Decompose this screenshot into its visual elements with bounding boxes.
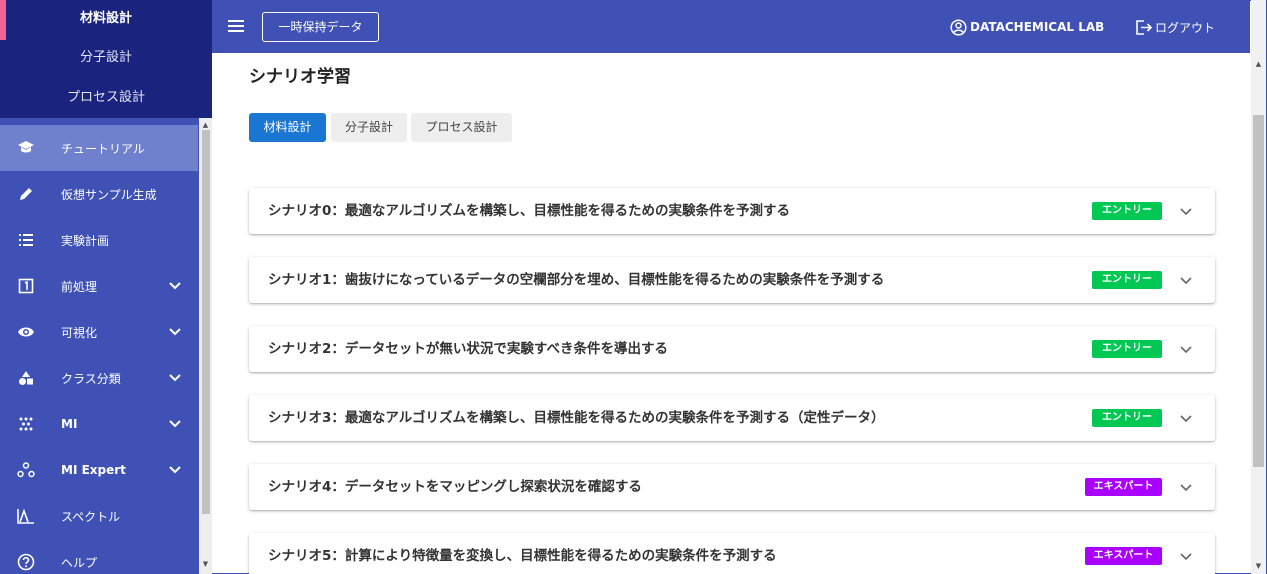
sidebar-item-label: 可視化 bbox=[61, 325, 98, 340]
sidebar-item-virtual-sample[interactable]: 仮想サンプル生成 bbox=[0, 171, 198, 217]
page-scroll-up-icon[interactable]: ▲ bbox=[1254, 60, 1263, 69]
scenario-title: シナリオ1：歯抜けになっているデータの空欄部分を埋め、目標性能を得るための実験条… bbox=[268, 272, 885, 288]
lab-name: DATACHEMICAL LAB bbox=[970, 20, 1105, 34]
sidebar-item-preprocessing[interactable]: 前処理 bbox=[0, 263, 198, 309]
eye-icon bbox=[16, 322, 36, 342]
expand-chevron-icon[interactable] bbox=[1178, 409, 1194, 427]
sidebar-item-visualization[interactable]: 可視化 bbox=[0, 309, 198, 355]
page-title: シナリオ学習 bbox=[249, 67, 351, 87]
scenario-title: シナリオ4：データセットをマッピングし探索状況を確認する bbox=[268, 479, 642, 495]
sidebar-item-mi[interactable]: MI bbox=[0, 401, 198, 447]
sidebar-item-label: クラス分類 bbox=[61, 371, 121, 386]
page-scroll-down-icon[interactable]: ▼ bbox=[1254, 562, 1263, 571]
chevron-down-icon bbox=[169, 328, 181, 336]
sidebar: 材料設計 分子設計 プロセス設計 チュートリアル 仮想サンプル生成 実験計画 前… bbox=[0, 0, 212, 574]
tab-material-design[interactable]: 材料設計 bbox=[249, 113, 326, 142]
sidebar-item-label: ヘルプ bbox=[61, 555, 98, 570]
logout-icon bbox=[1136, 19, 1153, 35]
scenario-card[interactable]: シナリオ4：データセットをマッピングし探索状況を確認する エキスパート bbox=[249, 464, 1215, 510]
scenario-card[interactable]: シナリオ2：データセットが無い状況で実験すべき条件を導出する エントリー bbox=[249, 326, 1215, 372]
chevron-down-icon bbox=[169, 282, 181, 290]
scenario-card[interactable]: シナリオ3：最適なアルゴリズムを構築し、目標性能を得るための実験条件を予測する（… bbox=[249, 395, 1215, 441]
expand-chevron-icon[interactable] bbox=[1178, 202, 1194, 220]
expand-chevron-icon[interactable] bbox=[1178, 340, 1194, 358]
sidebar-item-help[interactable]: ヘルプ bbox=[0, 539, 198, 574]
expand-chevron-icon[interactable] bbox=[1178, 271, 1194, 289]
sidebar-item-label: MI bbox=[61, 417, 78, 431]
temp-data-button[interactable]: 一時保持データ bbox=[262, 12, 379, 42]
sidebar-item-spectrum[interactable]: スペクトル bbox=[0, 493, 198, 539]
scenario-title: シナリオ0：最適なアルゴリズムを構築し、目標性能を得るための実験条件を予測する bbox=[268, 203, 790, 219]
design-mode-switch: 材料設計 分子設計 プロセス設計 bbox=[0, 0, 212, 118]
scatter-icon bbox=[16, 414, 36, 434]
help-icon bbox=[16, 552, 36, 572]
expand-chevron-icon[interactable] bbox=[1178, 478, 1194, 496]
tab-molecular-design[interactable]: 分子設計 bbox=[331, 113, 407, 142]
scroll-down-arrow-icon[interactable]: ▼ bbox=[201, 560, 210, 569]
page-scrollbar-thumb[interactable] bbox=[1253, 115, 1264, 467]
scenario-title: シナリオ5：計算により特徴量を変換し、目標性能を得るための実験条件を予測する bbox=[268, 548, 777, 564]
sidebar-item-experiment-plan[interactable]: 実験計画 bbox=[0, 217, 198, 263]
hamburger-menu-icon[interactable] bbox=[226, 17, 246, 35]
level-badge: エキスパート bbox=[1085, 478, 1162, 496]
scenario-card[interactable]: シナリオ5：計算により特徴量を変換し、目標性能を得るための実験条件を予測する エ… bbox=[249, 533, 1215, 574]
scenario-title: シナリオ2：データセットが無い状況で実験すべき条件を導出する bbox=[268, 341, 668, 357]
sidebar-scrollbar-thumb[interactable] bbox=[202, 130, 210, 514]
graduation-cap-icon bbox=[16, 138, 36, 158]
lab-account[interactable]: DATACHEMICAL LAB bbox=[950, 17, 1104, 37]
sidebar-item-label: 前処理 bbox=[61, 279, 98, 294]
mode-molecular-design[interactable]: 分子設計 bbox=[0, 43, 212, 73]
logout-button[interactable]: ログアウト bbox=[1135, 17, 1215, 37]
list-icon bbox=[16, 230, 36, 250]
level-badge: エントリー bbox=[1092, 202, 1162, 220]
level-badge: エキスパート bbox=[1085, 547, 1162, 565]
level-badge: エントリー bbox=[1092, 409, 1162, 427]
shapes-icon bbox=[16, 368, 36, 388]
spectrum-icon bbox=[16, 506, 36, 526]
sidebar-item-label: 仮想サンプル生成 bbox=[61, 187, 157, 202]
sidebar-item-label: 実験計画 bbox=[61, 233, 110, 248]
logout-label: ログアウト bbox=[1155, 20, 1216, 35]
chevron-down-icon bbox=[169, 374, 181, 382]
scenario-card[interactable]: シナリオ1：歯抜けになっているデータの空欄部分を埋め、目標性能を得るための実験条… bbox=[249, 257, 1215, 303]
sidebar-item-label: スペクトル bbox=[61, 509, 121, 524]
account-circle-icon bbox=[950, 18, 967, 36]
sidebar-item-label: MI Expert bbox=[61, 463, 126, 477]
scenario-card[interactable]: シナリオ0：最適なアルゴリズムを構築し、目標性能を得るための実験条件を予測する … bbox=[249, 188, 1215, 234]
numbered-box-icon bbox=[16, 276, 36, 296]
level-badge: エントリー bbox=[1092, 271, 1162, 289]
chevron-down-icon bbox=[169, 466, 181, 474]
sidebar-item-classification[interactable]: クラス分類 bbox=[0, 355, 198, 401]
mode-material-design[interactable]: 材料設計 bbox=[0, 4, 212, 34]
tab-process-design[interactable]: プロセス設計 bbox=[411, 113, 512, 142]
pencil-icon bbox=[16, 184, 36, 204]
scroll-up-arrow-icon[interactable]: ▲ bbox=[201, 121, 210, 130]
sidebar-item-label: チュートリアル bbox=[61, 141, 145, 156]
sidebar-nav: チュートリアル 仮想サンプル生成 実験計画 前処理 可視化 クラス分類 MI M… bbox=[0, 125, 198, 574]
mode-process-design[interactable]: プロセス設計 bbox=[0, 83, 212, 113]
level-badge: エントリー bbox=[1092, 340, 1162, 358]
sidebar-item-tutorial[interactable]: チュートリアル bbox=[0, 125, 198, 171]
chevron-down-icon bbox=[169, 420, 181, 428]
sidebar-item-mi-expert[interactable]: MI Expert bbox=[0, 447, 198, 493]
network-icon bbox=[16, 460, 36, 480]
scenario-title: シナリオ3：最適なアルゴリズムを構築し、目標性能を得るための実験条件を予測する（… bbox=[268, 410, 885, 426]
expand-chevron-icon[interactable] bbox=[1178, 547, 1194, 565]
